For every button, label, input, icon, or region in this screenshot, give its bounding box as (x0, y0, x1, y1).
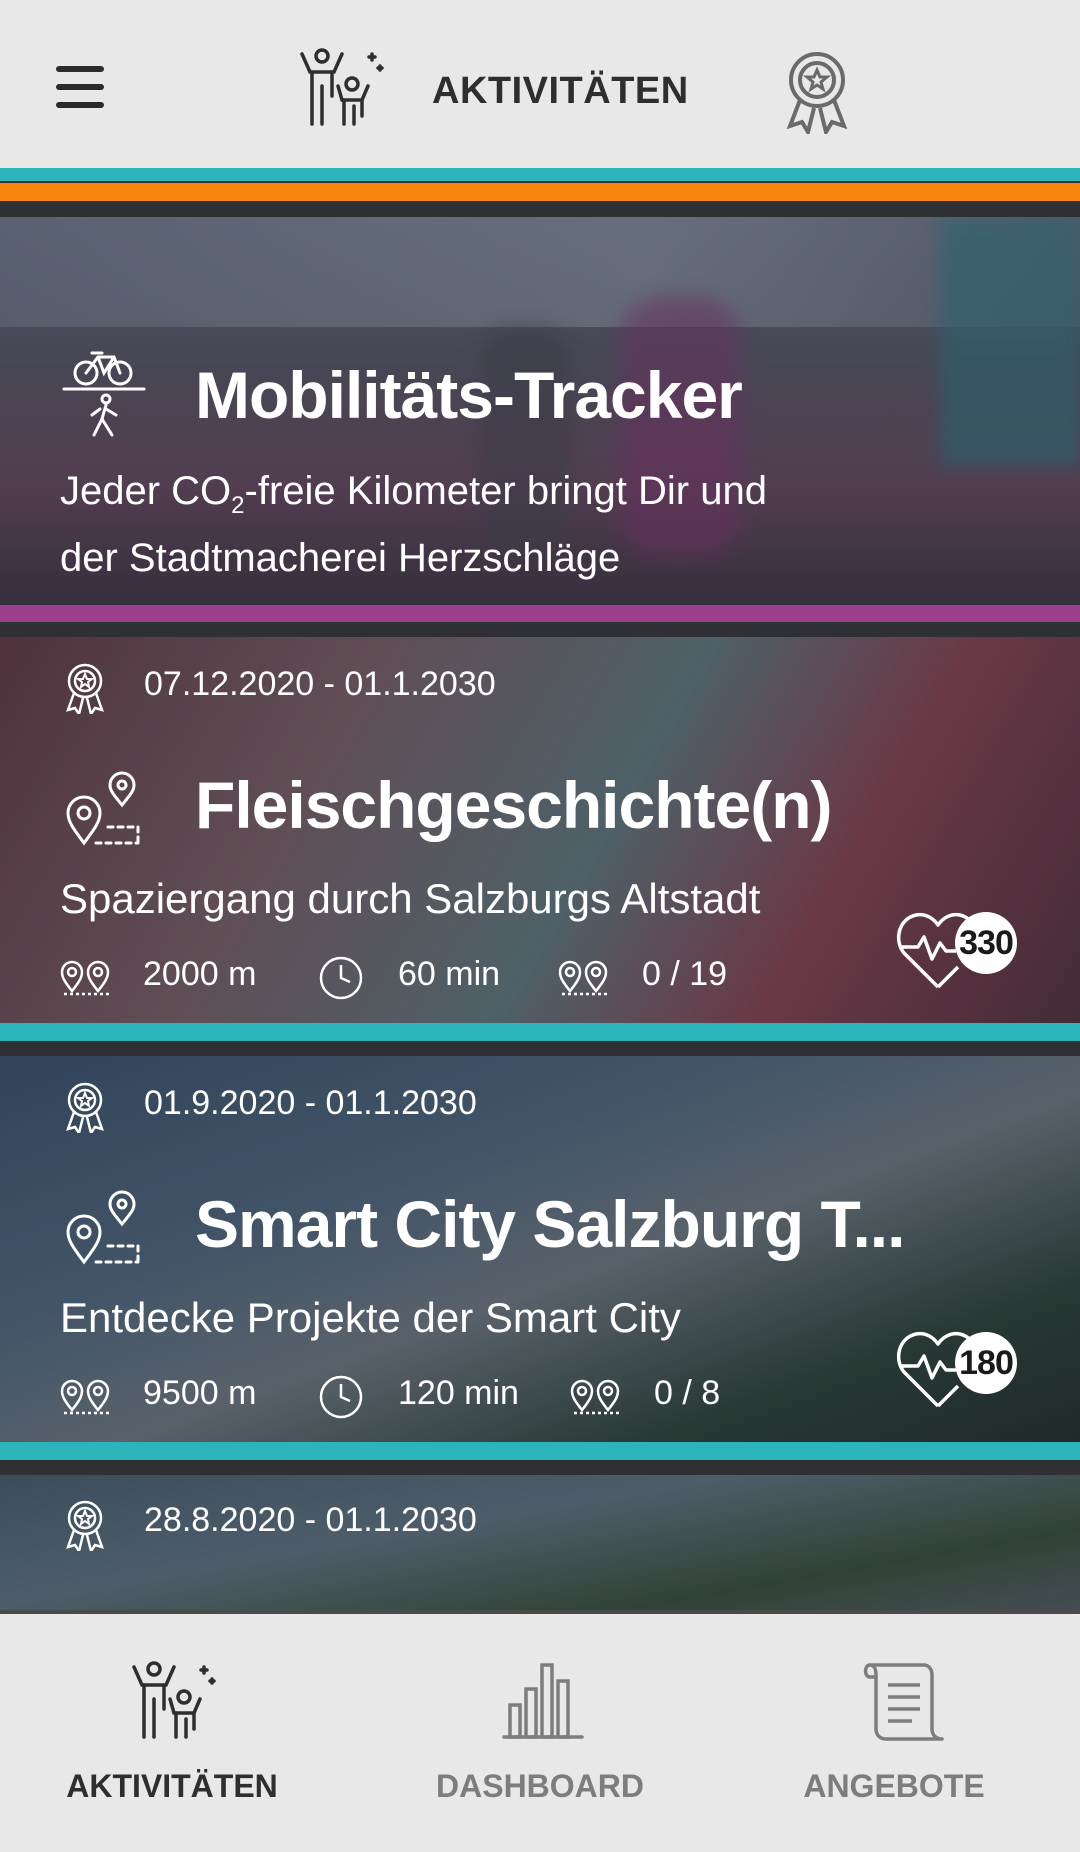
hero-title: Mobilitäts-Tracker (195, 358, 743, 432)
bar-chart-icon (502, 1663, 584, 1739)
activity-card[interactable]: 01.9.2020 - 01.1.2030 Smart City Salzbur… (0, 1056, 1080, 1442)
award-medal-icon (66, 1082, 104, 1133)
hamburger-menu-icon[interactable] (56, 66, 110, 110)
activity-subtitle: Entdecke Projekte der Smart City (60, 1294, 681, 1341)
distance-value: 2000 m (143, 955, 257, 993)
app-header: AKTIVITÄTEN (0, 0, 1080, 168)
duration-value: 120 min (398, 1374, 519, 1412)
nav-item-aktivitaeten[interactable]: AKTIVITÄTEN (0, 1614, 360, 1852)
date-range: 01.9.2020 - 01.1.2030 (144, 1084, 477, 1122)
checkpoints-icon (570, 1379, 620, 1415)
hearts-count: 180 (955, 1332, 1017, 1394)
bottom-navigation: AKTIVITÄTEN DASHBOARD ANGEBOTE (0, 1610, 1080, 1852)
people-celebrating-icon (132, 1661, 216, 1739)
activity-card[interactable]: 28.8.2020 - 01.1.2030 (0, 1475, 1080, 1610)
people-celebrating-icon (300, 48, 384, 126)
map-route-icon (66, 771, 140, 846)
accent-stripe (0, 168, 1080, 181)
progress-value: 0 / 19 (642, 955, 728, 993)
checkpoints-icon (558, 960, 608, 996)
accent-stripe (0, 1442, 1080, 1460)
accent-stripe (0, 605, 1080, 622)
duration-value: 60 min (398, 955, 501, 993)
activity-title: Smart City Salzburg T... (195, 1187, 905, 1261)
activity-title: Fleischgeschichte(n) (195, 768, 832, 842)
nav-item-dashboard[interactable]: DASHBOARD (360, 1614, 720, 1852)
award-medal-icon (66, 1500, 104, 1551)
date-range: 07.12.2020 - 01.1.2030 (144, 665, 496, 703)
clock-icon (319, 956, 363, 1000)
distance-value: 9500 m (143, 1374, 257, 1412)
award-medal-icon (66, 663, 104, 714)
distance-icon (60, 960, 110, 996)
nav-label: ANGEBOTE (803, 1768, 985, 1804)
activity-subtitle: Spaziergang durch Salzburgs Altstadt (60, 875, 761, 922)
nav-item-angebote[interactable]: ANGEBOTE (720, 1614, 1080, 1852)
map-route-icon (66, 1190, 140, 1265)
activity-card[interactable]: 07.12.2020 - 01.1.2030 Fleischgeschichte… (0, 637, 1080, 1023)
accent-stripe (0, 1023, 1080, 1041)
distance-icon (60, 1379, 110, 1415)
nav-label: AKTIVITÄTEN (66, 1768, 278, 1804)
progress-value: 0 / 8 (654, 1374, 721, 1412)
date-range: 28.8.2020 - 01.1.2030 (144, 1501, 477, 1539)
mobility-tracker-banner[interactable]: Mobilitäts-Tracker Jeder CO2-freie Kilom… (0, 217, 1080, 605)
nav-label: DASHBOARD (436, 1768, 644, 1804)
bike-walk-icon (62, 351, 146, 437)
page-title: AKTIVITÄTEN (432, 70, 689, 112)
hero-subtitle: Jeder CO2-freie Kilometer bringt Dir und… (60, 469, 767, 580)
scroll-icon (863, 1663, 944, 1741)
clock-icon (319, 1375, 363, 1419)
hearts-count: 330 (955, 912, 1017, 974)
accent-stripe (0, 183, 1080, 201)
award-medal-icon[interactable] (782, 48, 852, 134)
